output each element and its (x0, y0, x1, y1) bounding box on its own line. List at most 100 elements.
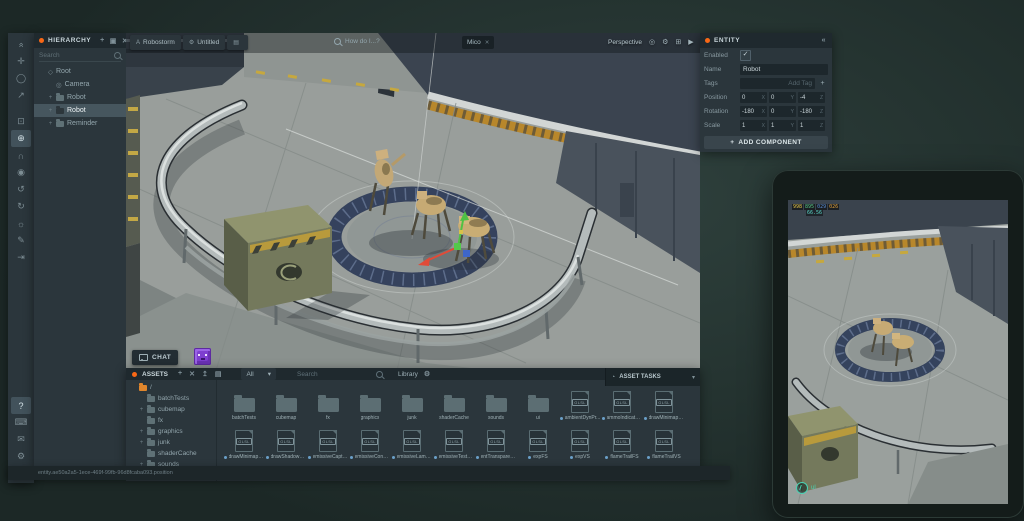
asset-tree-item[interactable]: + cubemap (126, 404, 216, 415)
view-toggle-icon[interactable]: ▤ (214, 370, 223, 378)
library-button[interactable]: Library (398, 371, 418, 378)
name-field[interactable]: Robot (740, 64, 828, 75)
asset-shader[interactable]: GLSL flameTrailVS (643, 421, 685, 460)
asset-shader[interactable]: GLSL drawShadowB... (265, 421, 307, 460)
duplicate-entity-icon[interactable]: ▣ (109, 37, 118, 45)
asset-folder[interactable]: batchTests (223, 382, 265, 421)
scale-y-field[interactable]: 1Y (769, 120, 796, 131)
expander-icon[interactable]: + (48, 95, 53, 101)
asset-shader[interactable]: GLSL emissiveLamp... (391, 421, 433, 460)
camera-mode-dropdown[interactable]: Perspective (608, 39, 642, 46)
rotate-tool-icon[interactable]: ◯ (11, 70, 31, 87)
rotation-y-field[interactable]: 0Y (769, 106, 796, 117)
redo-icon[interactable]: ↻ (11, 198, 31, 215)
asset-shader[interactable]: GLSL emissiveTestE... (433, 421, 475, 460)
help-icon[interactable]: ? (11, 397, 31, 414)
close-icon[interactable]: ✕ (485, 40, 490, 46)
expander-icon[interactable]: + (139, 429, 144, 435)
expander-icon[interactable]: + (48, 121, 53, 127)
add-tag-button[interactable]: + (817, 78, 828, 89)
asset-shader[interactable]: GLSL drawMinimapC... (223, 421, 265, 460)
scale-tool-icon[interactable]: ↗ (11, 87, 31, 104)
move-up-icon[interactable]: ↥ (201, 370, 209, 378)
collapse-icon[interactable]: « (821, 37, 827, 44)
folder-icon (56, 121, 64, 127)
translate-tool-icon[interactable]: ✛ (11, 53, 31, 70)
launch-icon[interactable]: ▶ (688, 38, 693, 46)
enabled-label: Enabled (704, 52, 740, 59)
asset-shader[interactable]: GLSL drawMinimapB... (643, 382, 685, 421)
asset-shader[interactable]: GLSL expFS (517, 421, 559, 460)
asset-folder[interactable]: ui (517, 382, 559, 421)
tree-item-camera[interactable]: ◎ Camera (34, 78, 126, 91)
export-icon[interactable]: ⇥ (11, 249, 31, 266)
add-component-button[interactable]: + ADD COMPONENT (704, 136, 828, 149)
rotation-z-field[interactable]: -180Z (798, 106, 825, 117)
feedback-icon[interactable]: ✉ (11, 431, 31, 448)
asset-tasks-header[interactable]: ◔ ASSET TASKS ▾ (605, 368, 700, 386)
tree-item-robot-selected[interactable]: + Robot (34, 104, 126, 117)
asset-shader[interactable]: GLSL expVS (559, 421, 601, 460)
expander-icon[interactable]: + (48, 108, 53, 114)
asset-folder[interactable]: shaderCache (433, 382, 475, 421)
delete-asset-icon[interactable]: ✕ (188, 370, 196, 378)
tags-field[interactable]: Add Tag (740, 78, 815, 89)
frame-selection-icon[interactable]: ⊡ (11, 113, 31, 130)
tree-item-root[interactable]: ◇ Root (34, 65, 126, 78)
globe-icon[interactable]: ⊕ (11, 130, 31, 147)
snap-icon[interactable]: ∩ (11, 147, 31, 164)
settings-gear-icon[interactable]: ⚙ (11, 448, 31, 465)
asset-tree-root[interactable]: / (126, 382, 216, 393)
expander-icon[interactable]: + (139, 440, 144, 446)
tasks-progress-icon: ◔ (611, 374, 615, 381)
edit-icon[interactable]: ✎ (11, 232, 31, 249)
assets-search-input[interactable]: Search (297, 371, 383, 378)
asset-shader[interactable]: GLSL flameTrailFS (601, 421, 643, 460)
tree-item-reminder[interactable]: + Reminder (34, 117, 126, 130)
asset-tree-item[interactable]: shaderCache (126, 448, 216, 459)
status-dot (308, 456, 311, 459)
asset-folder[interactable]: sounds (475, 382, 517, 421)
undo-icon[interactable]: ↺ (11, 181, 31, 198)
asset-folder[interactable]: graphics (349, 382, 391, 421)
help-search[interactable]: How do I...? (334, 38, 380, 45)
keyboard-shortcuts-icon[interactable]: ⌨ (11, 414, 31, 431)
fullscreen-icon[interactable]: ⊞ (675, 38, 681, 46)
assets-filter-dropdown[interactable]: All ▾ (241, 368, 276, 380)
assets-settings-icon[interactable]: ⚙ (423, 370, 431, 378)
position-x-field[interactable]: 0X (740, 92, 767, 103)
expander-icon[interactable]: + (139, 407, 144, 413)
tab-untitled[interactable]: ⚙ Untitled (183, 35, 225, 50)
scale-x-field[interactable]: 1X (740, 120, 767, 131)
performance-stats: 998895029026 66.56 (792, 204, 839, 216)
chat-button[interactable]: CHAT (132, 350, 178, 365)
asset-tree-item[interactable]: + junk (126, 437, 216, 448)
asset-shader[interactable]: GLSL emissiveCaptu... (307, 421, 349, 460)
asset-shader[interactable]: GLSL ambientDynPr... (559, 382, 601, 421)
enabled-checkbox[interactable]: ✓ (740, 50, 751, 61)
asset-tree-item[interactable]: batchTests (126, 393, 216, 404)
asset-tree-item[interactable]: + graphics (126, 426, 216, 437)
asset-tree-item[interactable]: fx (126, 415, 216, 426)
asset-folder[interactable]: fx (307, 382, 349, 421)
visibility-icon[interactable]: ◉ (11, 164, 31, 181)
position-y-field[interactable]: 0Y (769, 92, 796, 103)
position-z-field[interactable]: -4Z (798, 92, 825, 103)
hierarchy-search-input[interactable]: Search (39, 52, 121, 62)
camera-icon[interactable]: ◎ (649, 38, 655, 46)
asset-shader[interactable]: GLSL ammoIndicator... (601, 382, 643, 421)
rotation-x-field[interactable]: -180X (740, 106, 767, 117)
viewport-settings-icon[interactable]: ⚙ (662, 38, 668, 46)
scale-z-field[interactable]: 1Z (798, 120, 825, 131)
asset-folder[interactable]: cubemap (265, 382, 307, 421)
add-asset-icon[interactable]: + (177, 370, 183, 378)
asset-shader[interactable]: GLSL emissiveConst... (349, 421, 391, 460)
tab-robostorm[interactable]: A Robostorm (130, 35, 181, 50)
tree-item-robot[interactable]: + Robot (34, 91, 126, 104)
playcanvas-logo-icon[interactable]: » (11, 36, 31, 53)
light-icon[interactable]: ☼ (11, 215, 31, 232)
tab-icon-only[interactable]: ▤ (227, 35, 248, 50)
asset-folder[interactable]: junk (391, 382, 433, 421)
asset-shader[interactable]: GLSL entTransparen... (475, 421, 517, 460)
add-entity-icon[interactable]: + (99, 37, 106, 45)
